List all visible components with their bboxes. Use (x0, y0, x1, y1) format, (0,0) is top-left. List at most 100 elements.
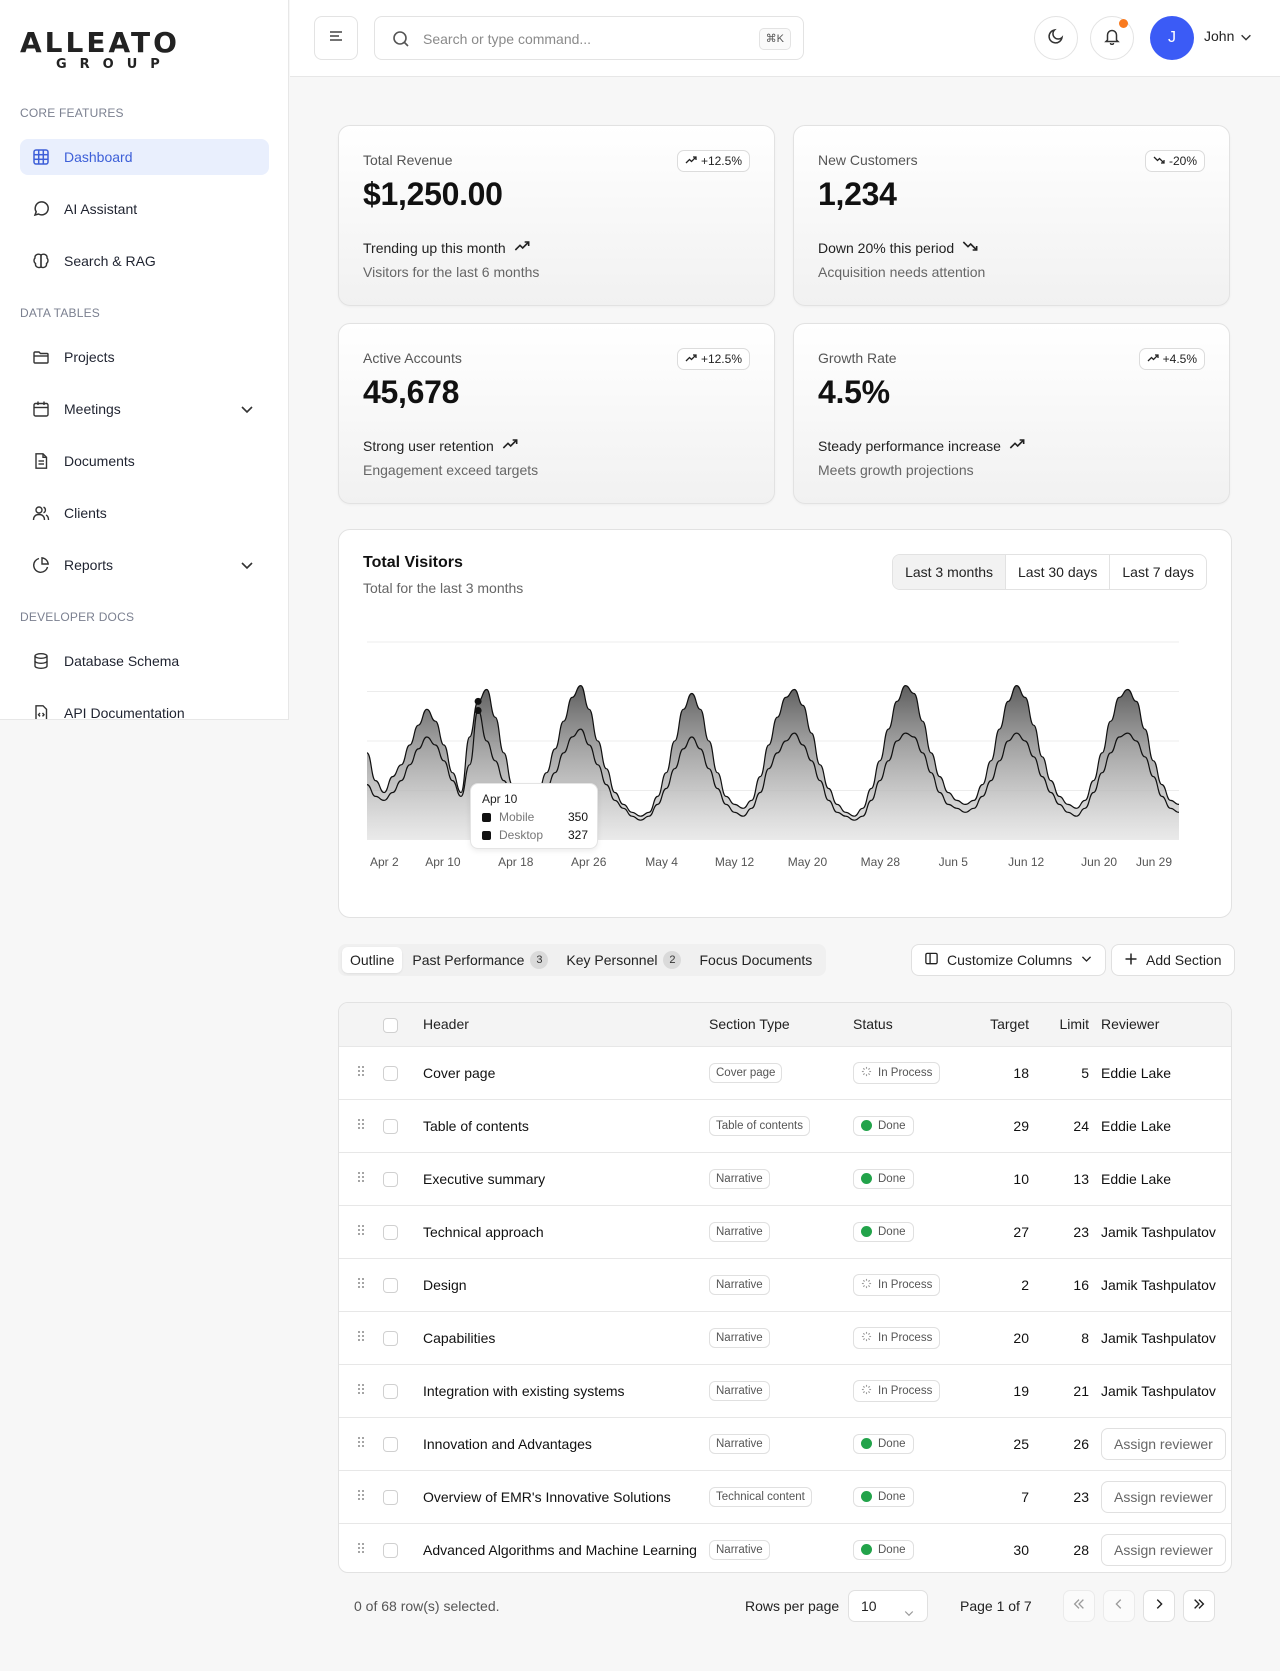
assign-reviewer-select[interactable]: Assign reviewer (1101, 1480, 1226, 1513)
limit-cell[interactable]: 23 (1033, 1205, 1093, 1258)
row-checkbox[interactable] (383, 1489, 398, 1505)
row-header[interactable]: Integration with existing systems (413, 1364, 709, 1417)
row-checkbox[interactable] (383, 1436, 398, 1452)
table-row[interactable]: Cover page Cover page In Process 18 5 Eddie L… (339, 1046, 1231, 1099)
table-row[interactable]: Design Narrative In Process 2 16 Jamik Tashpu… (339, 1258, 1231, 1311)
search-box[interactable]: ⌘K (374, 16, 804, 60)
column-header[interactable]: Status (853, 1003, 971, 1046)
assign-reviewer-select[interactable]: Assign reviewer (1101, 1427, 1226, 1460)
target-cell[interactable]: 20 (971, 1311, 1033, 1364)
column-header[interactable]: Header (413, 1003, 709, 1046)
limit-cell[interactable]: 16 (1033, 1258, 1093, 1311)
sidebar-toggle-button[interactable] (314, 16, 358, 60)
sidebar-item-documents[interactable]: Documents (20, 443, 269, 479)
sidebar-item-meetings[interactable]: Meetings (20, 391, 269, 427)
target-cell[interactable]: 27 (971, 1205, 1033, 1258)
row-header[interactable]: Cover page (413, 1046, 709, 1099)
sidebar-item-api-documentation[interactable]: API Documentation (20, 695, 269, 719)
table-row[interactable]: Advanced Algorithms and Machine Learning… (339, 1523, 1231, 1572)
brand-logo[interactable]: ALLEATO GROUP (20, 28, 205, 72)
limit-cell[interactable]: 24 (1033, 1099, 1093, 1152)
chevron-down-icon[interactable] (239, 557, 255, 573)
row-checkbox[interactable] (383, 1277, 398, 1293)
limit-cell[interactable]: 26 (1033, 1417, 1093, 1470)
row-checkbox[interactable] (383, 1383, 398, 1399)
target-cell[interactable]: 29 (971, 1099, 1033, 1152)
tab-outline[interactable]: Outline (342, 947, 403, 973)
visitors-area-chart[interactable]: Apr 2 Apr 10 Apr 18 Apr 26 May 4 May 12 May 20… (339, 530, 1233, 919)
sidebar-item-ai-assistant[interactable]: AI Assistant (20, 191, 269, 227)
chevron-down-icon[interactable] (239, 401, 255, 417)
drag-handle-icon[interactable] (339, 1205, 383, 1258)
table-row[interactable]: Table of contents Table of contents Done 29… (339, 1099, 1231, 1152)
row-header[interactable]: Design (413, 1258, 709, 1311)
customize-columns-button[interactable]: Customize Columns (911, 944, 1107, 976)
column-header[interactable]: Target (971, 1003, 1033, 1046)
drag-handle-icon[interactable] (339, 1152, 383, 1205)
table-row[interactable]: Overview of EMR's Innovative Solutions Te… (339, 1470, 1231, 1523)
limit-cell[interactable]: 21 (1033, 1364, 1093, 1417)
table-row[interactable]: Technical approach Narrative Done 27 23 Jamik… (339, 1205, 1231, 1258)
select-all-checkbox[interactable] (383, 1017, 398, 1033)
row-checkbox[interactable] (383, 1224, 398, 1240)
row-checkbox[interactable] (383, 1065, 398, 1081)
drag-handle-icon[interactable] (339, 1417, 383, 1470)
sidebar-item-projects[interactable]: Projects (20, 339, 269, 375)
target-cell[interactable]: 2 (971, 1258, 1033, 1311)
tab-key-personnel[interactable]: Key Personnel 2 (558, 947, 689, 973)
last-page-button[interactable] (1183, 1590, 1215, 1622)
row-checkbox[interactable] (383, 1118, 398, 1134)
next-page-button[interactable] (1143, 1590, 1175, 1622)
tab-past-performance[interactable]: Past Performance 3 (404, 947, 556, 973)
sidebar-item-reports[interactable]: Reports (20, 547, 269, 583)
table-row[interactable]: Executive summary Narrative Done 10 13 Eddie … (339, 1152, 1231, 1205)
drag-handle-icon[interactable] (339, 1364, 383, 1417)
row-header[interactable]: Advanced Algorithms and Machine Learning (413, 1523, 709, 1572)
target-cell[interactable]: 30 (971, 1523, 1033, 1572)
theme-toggle-button[interactable] (1034, 16, 1078, 60)
table-row[interactable]: Innovation and Advantages Narrative Done 25… (339, 1417, 1231, 1470)
row-header[interactable]: Table of contents (413, 1099, 709, 1152)
column-header[interactable]: Reviewer (1093, 1003, 1231, 1046)
target-cell[interactable]: 19 (971, 1364, 1033, 1417)
rows-per-page-select[interactable]: 10 (848, 1590, 928, 1622)
drag-handle-icon[interactable] (339, 1311, 383, 1364)
sidebar-item-clients[interactable]: Clients (20, 495, 269, 531)
drag-handle-icon[interactable] (339, 1099, 383, 1152)
table-row[interactable]: Integration with existing systems Narrati… (339, 1364, 1231, 1417)
avatar[interactable]: J (1150, 16, 1194, 60)
sidebar-item-database-schema[interactable]: Database Schema (20, 643, 269, 679)
drag-handle-icon[interactable] (339, 1470, 383, 1523)
column-header[interactable]: Section Type (709, 1003, 853, 1046)
tab-focus-documents[interactable]: Focus Documents (691, 947, 820, 973)
search-input[interactable] (423, 27, 723, 51)
column-header[interactable]: Limit (1033, 1003, 1093, 1046)
row-header[interactable]: Capabilities (413, 1311, 709, 1364)
target-cell[interactable]: 18 (971, 1046, 1033, 1099)
assign-reviewer-select[interactable]: Assign reviewer (1101, 1533, 1226, 1566)
add-section-button[interactable]: Add Section (1111, 944, 1235, 976)
sidebar-item-dashboard[interactable]: Dashboard (20, 139, 269, 175)
target-cell[interactable]: 10 (971, 1152, 1033, 1205)
row-header[interactable]: Overview of EMR's Innovative Solutions (413, 1470, 709, 1523)
drag-handle-icon[interactable] (339, 1046, 383, 1099)
user-name[interactable]: John (1204, 28, 1234, 44)
drag-handle-icon[interactable] (339, 1258, 383, 1311)
row-header[interactable]: Technical approach (413, 1205, 709, 1258)
row-checkbox[interactable] (383, 1543, 398, 1559)
row-checkbox[interactable] (383, 1171, 398, 1187)
sidebar-item-search-rag[interactable]: Search & RAG (20, 243, 269, 279)
limit-cell[interactable]: 8 (1033, 1311, 1093, 1364)
drag-handle-icon[interactable] (339, 1523, 383, 1572)
limit-cell[interactable]: 13 (1033, 1152, 1093, 1205)
limit-cell[interactable]: 28 (1033, 1523, 1093, 1572)
row-checkbox[interactable] (383, 1330, 398, 1346)
limit-cell[interactable]: 5 (1033, 1046, 1093, 1099)
previous-page-button[interactable] (1103, 1590, 1135, 1622)
table-row[interactable]: Capabilities Narrative In Process 20 8 Jamik … (339, 1311, 1231, 1364)
target-cell[interactable]: 25 (971, 1417, 1033, 1470)
row-header[interactable]: Executive summary (413, 1152, 709, 1205)
limit-cell[interactable]: 23 (1033, 1470, 1093, 1523)
chevron-down-icon[interactable] (1239, 30, 1253, 49)
notifications-button[interactable] (1090, 16, 1134, 60)
